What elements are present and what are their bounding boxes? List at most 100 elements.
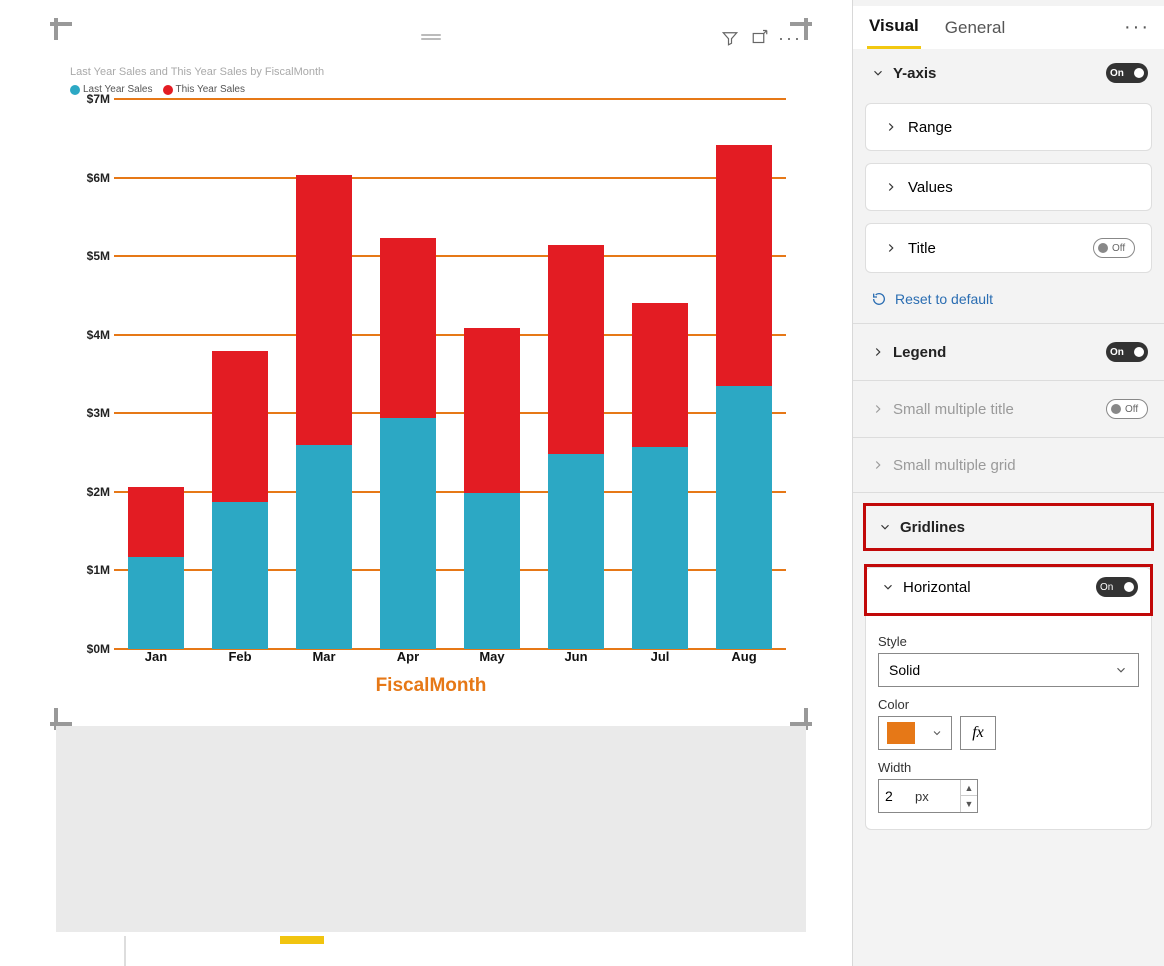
- style-value: Solid: [889, 662, 920, 678]
- bar-segment-series1[interactable]: [548, 454, 604, 649]
- bar-group[interactable]: [632, 99, 688, 649]
- visual-container[interactable]: ··· Last Year Sales and This Year Sales …: [56, 24, 806, 724]
- chevron-right-icon: [869, 343, 887, 361]
- horizontal-toggle[interactable]: [1096, 577, 1138, 597]
- chevron-right-icon: [882, 118, 900, 136]
- bar-group[interactable]: [296, 99, 352, 649]
- format-tab-bar: Visual General ···: [853, 6, 1164, 49]
- canvas-empty-area: [56, 726, 806, 932]
- card-range[interactable]: Range: [865, 103, 1152, 151]
- bar-segment-series1[interactable]: [380, 418, 436, 649]
- bar-segment-series1[interactable]: [632, 447, 688, 649]
- section-gridlines[interactable]: Gridlines: [866, 506, 1151, 548]
- width-unit: px: [915, 789, 929, 804]
- y-tick-label: $5M: [70, 249, 110, 263]
- reset-label: Reset to default: [895, 291, 993, 307]
- bar-segment-series1[interactable]: [716, 386, 772, 649]
- x-tick-label: Aug: [716, 649, 772, 669]
- bar-group[interactable]: [380, 99, 436, 649]
- bar-segment-series2[interactable]: [632, 303, 688, 446]
- section-legend[interactable]: Legend: [853, 328, 1164, 376]
- color-picker[interactable]: [878, 716, 952, 750]
- chevron-down-icon: [869, 64, 887, 82]
- format-panel: Visual General ··· Y-axis Range Values T…: [852, 0, 1164, 966]
- legend-swatch-2: [163, 85, 173, 95]
- x-tick-label: May: [464, 649, 520, 669]
- report-canvas: ··· Last Year Sales and This Year Sales …: [0, 0, 852, 966]
- drag-handle-icon[interactable]: [421, 34, 441, 40]
- small-multiple-grid-label: Small multiple grid: [893, 457, 1016, 474]
- chevron-down-icon: [879, 578, 897, 596]
- values-label: Values: [908, 179, 953, 196]
- bar-segment-series2[interactable]: [128, 487, 184, 557]
- bar-segment-series2[interactable]: [212, 351, 268, 501]
- chevron-right-icon: [882, 239, 900, 257]
- style-label: Style: [878, 624, 1139, 653]
- more-options-icon[interactable]: ···: [780, 28, 800, 48]
- bar-segment-series2[interactable]: [548, 245, 604, 454]
- style-dropdown[interactable]: Solid: [878, 653, 1139, 687]
- chevron-right-icon: [869, 456, 887, 474]
- bar-group[interactable]: [548, 99, 604, 649]
- tab-general[interactable]: General: [943, 8, 1007, 48]
- chevron-right-icon: [882, 178, 900, 196]
- format-more-icon[interactable]: ···: [1124, 16, 1150, 39]
- card-values[interactable]: Values: [865, 163, 1152, 211]
- small-multiple-title-toggle: [1106, 399, 1148, 419]
- width-input[interactable]: [879, 788, 915, 804]
- section-small-multiple-grid: Small multiple grid: [853, 442, 1164, 488]
- y-tick-label: $0M: [70, 642, 110, 656]
- chevron-right-icon: [869, 400, 887, 418]
- color-swatch: [887, 722, 915, 744]
- bar-segment-series2[interactable]: [380, 238, 436, 418]
- card-axis-title[interactable]: Title: [865, 223, 1152, 273]
- bar-group[interactable]: [212, 99, 268, 649]
- width-spinner[interactable]: px ▲ ▼: [878, 779, 978, 813]
- y-tick-label: $6M: [70, 171, 110, 185]
- x-tick-label: Jul: [632, 649, 688, 669]
- x-tick-label: Feb: [212, 649, 268, 669]
- tab-visual[interactable]: Visual: [867, 6, 921, 49]
- y-tick-label: $1M: [70, 563, 110, 577]
- focus-mode-icon[interactable]: [750, 28, 770, 48]
- bar-segment-series2[interactable]: [464, 328, 520, 493]
- filter-icon[interactable]: [720, 28, 740, 48]
- highlight-gridlines-section: Gridlines: [863, 503, 1154, 551]
- bar-segment-series1[interactable]: [212, 502, 268, 649]
- width-label: Width: [878, 750, 1139, 779]
- bar-segment-series1[interactable]: [296, 445, 352, 649]
- y-axis-toggle[interactable]: [1106, 63, 1148, 83]
- legend-section-label: Legend: [893, 344, 946, 361]
- chevron-down-icon: [876, 518, 894, 536]
- axis-title-toggle[interactable]: [1093, 238, 1135, 258]
- chevron-down-icon: [931, 727, 943, 739]
- y-tick-label: $3M: [70, 406, 110, 420]
- bar-segment-series1[interactable]: [464, 493, 520, 649]
- bar-segment-series2[interactable]: [716, 145, 772, 386]
- fx-button[interactable]: fx: [960, 716, 996, 750]
- bar-segment-series1[interactable]: [128, 557, 184, 649]
- y-tick-label: $2M: [70, 485, 110, 499]
- axis-title-label: Title: [908, 240, 936, 257]
- bar-group[interactable]: [464, 99, 520, 649]
- section-y-axis[interactable]: Y-axis: [853, 49, 1164, 97]
- bar-group[interactable]: [128, 99, 184, 649]
- bar-segment-series2[interactable]: [296, 175, 352, 445]
- highlight-horizontal-row: Horizontal: [864, 564, 1153, 616]
- small-multiple-title-label: Small multiple title: [893, 401, 1014, 418]
- reset-to-default[interactable]: Reset to default: [853, 279, 1164, 319]
- chart-title: Last Year Sales and This Year Sales by F…: [56, 48, 806, 78]
- color-label: Color: [878, 687, 1139, 716]
- legend-toggle[interactable]: [1106, 342, 1148, 362]
- spinner-up-icon[interactable]: ▲: [961, 780, 977, 796]
- chart-legend: Last Year Sales This Year Sales: [56, 78, 806, 99]
- x-tick-label: Jun: [548, 649, 604, 669]
- gridlines-horizontal-header[interactable]: Horizontal: [879, 577, 1138, 603]
- horizontal-label: Horizontal: [903, 579, 971, 596]
- page-tab-indicator[interactable]: [280, 936, 324, 944]
- y-tick-label: $4M: [70, 328, 110, 342]
- legend-label-2: This Year Sales: [176, 84, 246, 95]
- bar-group[interactable]: [716, 99, 772, 649]
- spinner-down-icon[interactable]: ▼: [961, 796, 977, 812]
- y-tick-label: $7M: [70, 92, 110, 106]
